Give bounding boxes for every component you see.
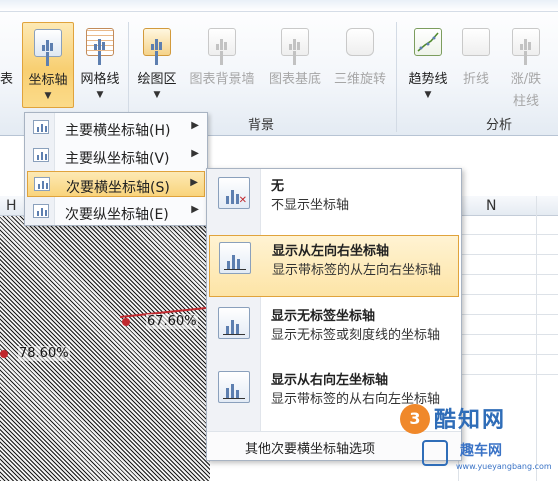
data-point-marker[interactable] <box>122 318 130 326</box>
axes-button-label: 坐标轴 <box>28 73 68 88</box>
watermark-brand-secondary: 趣车网 <box>460 443 502 459</box>
more-axis-options-label: 其他次要横坐标轴选项 <box>245 442 376 457</box>
gridline <box>460 374 558 375</box>
menu-item-primary-horizontal-axis[interactable]: 主要横坐标轴(H) ▶ <box>27 115 205 141</box>
data-label[interactable]: 67.60% <box>146 314 198 329</box>
plot-area-icon <box>143 28 171 65</box>
group-label-analysis: 分析 <box>486 118 513 133</box>
plot-area-button[interactable]: 绘图区 ▼ <box>130 22 184 108</box>
watermark-house-icon <box>422 440 448 466</box>
axis-icon <box>33 148 49 162</box>
chevron-down-icon: ▼ <box>44 91 52 101</box>
trendline-icon <box>414 28 442 56</box>
option-title: 无 <box>271 179 285 194</box>
up-down-bars-button-label-line2: 柱线 <box>512 94 539 109</box>
up-down-bars-button-label: 涨/跌 <box>510 72 542 87</box>
option-description: 显示无标签或刻度线的坐标轴 <box>271 328 441 343</box>
axis-icon <box>34 177 50 191</box>
watermark-badge: 3 <box>400 404 430 434</box>
up-down-bars-button[interactable]: 涨/跌 柱线 <box>500 22 552 109</box>
no-axis-icon: ✕ <box>218 177 250 209</box>
chart-floor-icon <box>281 28 309 65</box>
lines-button-label: 折线 <box>462 72 489 87</box>
column-header-h[interactable]: H <box>6 198 17 214</box>
axis-icon <box>33 120 49 134</box>
data-point-marker[interactable] <box>0 350 8 358</box>
option-title: 显示无标签坐标轴 <box>271 309 376 324</box>
chevron-down-icon: ▼ <box>153 90 161 100</box>
group-separator <box>396 22 397 132</box>
menu-item-secondary-vertical-axis[interactable]: 次要纵坐标轴(E) ▶ <box>27 199 205 225</box>
axis-without-labels-icon <box>218 307 250 339</box>
trendline-button-label: 趋势线 <box>408 72 448 87</box>
chevron-right-icon: ▶ <box>191 204 199 215</box>
up-down-bars-icon <box>512 28 540 65</box>
option-none[interactable]: ✕ 无 不显示坐标轴 <box>209 171 459 229</box>
gridline <box>460 254 558 255</box>
menu-item-primary-vertical-axis[interactable]: 主要纵坐标轴(V) ▶ <box>27 143 205 169</box>
3d-rotation-icon <box>346 28 374 56</box>
chart-floor-button-label: 图表基底 <box>268 72 321 87</box>
right-to-left-axis-icon <box>218 371 250 403</box>
menu-item-label: 主要纵坐标轴(V) <box>65 151 170 167</box>
gridlines-button[interactable]: 网格线 ▼ <box>76 22 124 108</box>
option-title: 显示从右向左坐标轴 <box>271 373 389 388</box>
axes-dropdown-menu: 主要横坐标轴(H) ▶ 主要纵坐标轴(V) ▶ 次要横坐标轴(S) ▶ 次要纵坐… <box>24 112 208 226</box>
menu-item-secondary-horizontal-axis[interactable]: 次要横坐标轴(S) ▶ <box>27 171 205 197</box>
gridline <box>460 314 558 315</box>
chevron-down-icon: ▼ <box>424 90 432 100</box>
left-to-right-axis-icon <box>219 242 251 274</box>
gridline <box>460 354 558 355</box>
watermark-url: www.yueyangbang.com <box>456 462 552 471</box>
chart-wall-button-label: 图表背景墙 <box>189 72 255 87</box>
gridlines-icon <box>86 28 114 65</box>
column-header-n[interactable]: N <box>486 198 496 214</box>
data-label[interactable]: 78.60% <box>18 346 70 361</box>
chevron-right-icon: ▶ <box>191 148 199 159</box>
option-left-to-right-axis[interactable]: 显示从左向右坐标轴 显示带标签的从左向右坐标轴 <box>209 235 459 297</box>
3d-rotation-button[interactable]: 三维旋转 <box>328 22 392 108</box>
gridline <box>460 334 558 335</box>
option-title: 显示从左向右坐标轴 <box>272 244 390 259</box>
option-description: 不显示坐标轴 <box>271 198 350 213</box>
chevron-down-icon: ▼ <box>96 90 104 100</box>
menu-item-label: 主要横坐标轴(H) <box>65 123 171 139</box>
ribbon-top-strip <box>0 0 558 12</box>
menu-item-label: 次要横坐标轴(S) <box>66 180 170 196</box>
ribbon-partial-label: 表 <box>0 72 14 87</box>
gridline <box>460 274 558 275</box>
lines-icon <box>462 28 490 56</box>
3d-rotation-button-label: 三维旋转 <box>333 72 386 87</box>
chevron-right-icon: ▶ <box>191 120 199 131</box>
axis-icon <box>33 204 49 218</box>
menu-item-label: 次要纵坐标轴(E) <box>65 207 169 223</box>
axes-button[interactable]: 坐标轴 ▼ <box>22 22 74 108</box>
watermark-brand: 酷知网 <box>434 407 507 433</box>
gridline <box>460 234 558 235</box>
site-watermark: 3 酷知网 趣车网 www.yueyangbang.com <box>400 398 556 478</box>
chart-wall-button[interactable]: 图表背景墙 <box>184 22 260 108</box>
axes-icon <box>34 29 62 66</box>
chart-wall-icon <box>208 28 236 65</box>
group-label-background: 背景 <box>248 118 275 133</box>
trendline-button[interactable]: 趋势线 ▼ <box>400 22 456 108</box>
option-description: 显示带标签的从左向右坐标轴 <box>272 263 442 278</box>
gridline <box>460 294 558 295</box>
chart-floor-button[interactable]: 图表基底 <box>262 22 328 108</box>
gridlines-button-label: 网格线 <box>80 72 120 87</box>
plot-area-button-label: 绘图区 <box>137 72 177 87</box>
option-axis-without-labels[interactable]: 显示无标签坐标轴 显示无标签或刻度线的坐标轴 <box>209 301 459 363</box>
lines-button[interactable]: 折线 <box>456 22 496 108</box>
chevron-right-icon: ▶ <box>190 177 198 188</box>
